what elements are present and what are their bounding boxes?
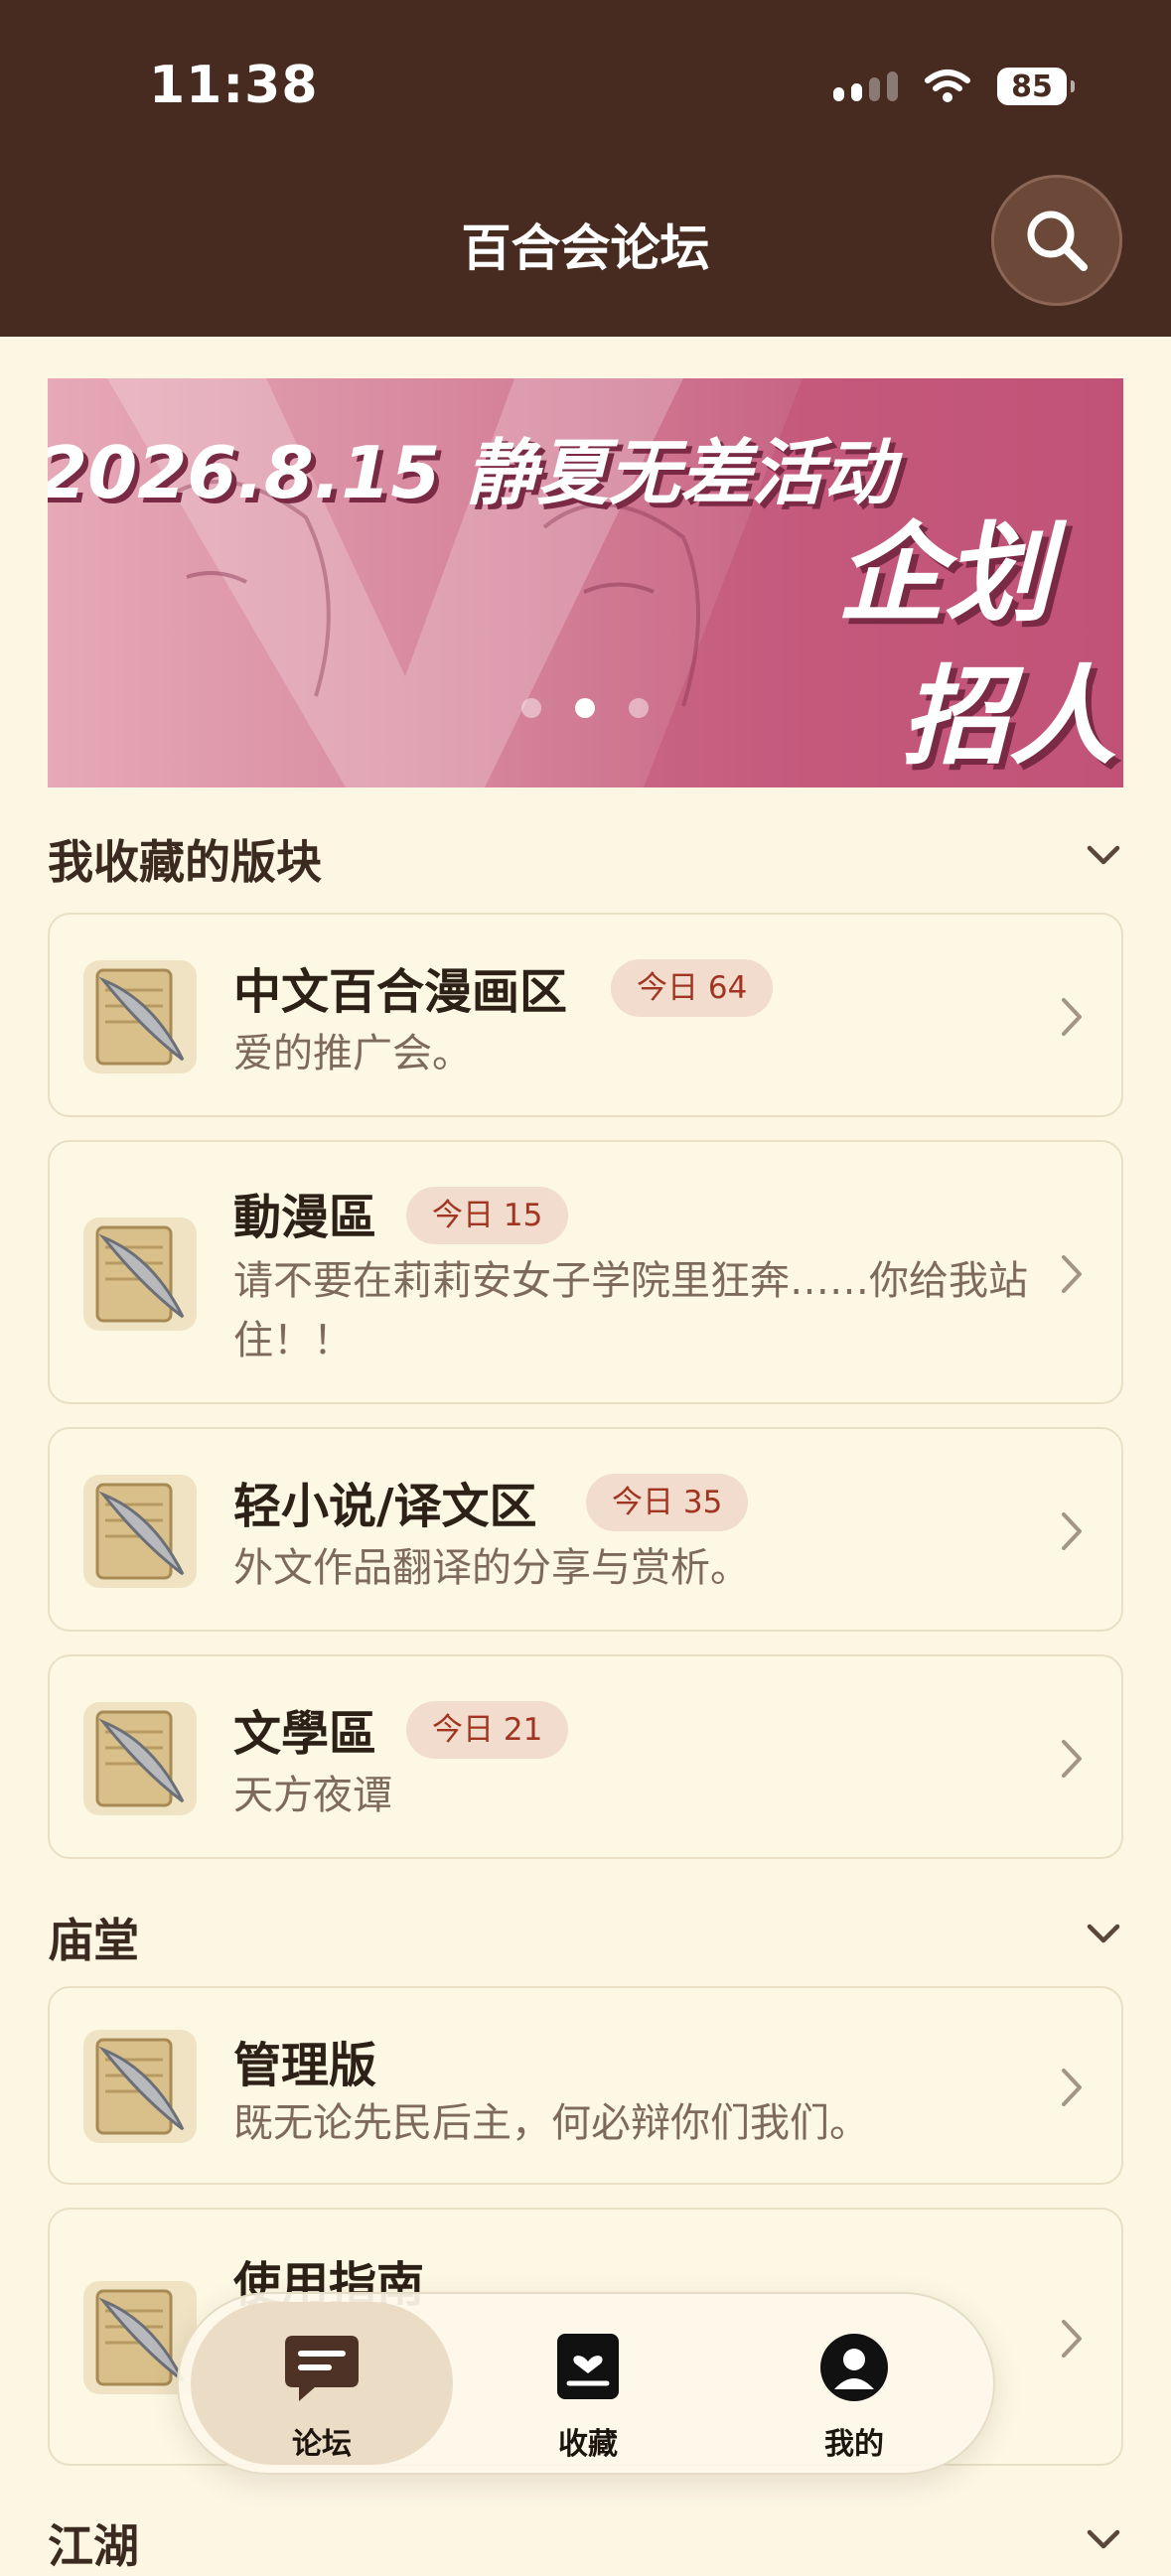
- search-icon: [1027, 211, 1088, 271]
- chevron-right-icon: [1062, 1512, 1082, 1550]
- carousel-dot-active: [575, 698, 595, 718]
- board-card[interactable]: 中文百合漫画区 今日 64 爱的推广会。: [48, 913, 1123, 1117]
- chevron-right-icon: [1062, 2069, 1082, 2106]
- board-name: 文學區: [233, 1706, 377, 1762]
- status-icons: 85: [833, 64, 1075, 109]
- board-description: 请不要在莉莉安女子学院里狂奔……你给我站住！！: [233, 1258, 1028, 1363]
- board-description: 既无论先民后主，何必辩你们我们。: [233, 2100, 869, 2146]
- search-button[interactable]: [991, 175, 1122, 306]
- user-icon: [820, 2334, 888, 2401]
- chat-bubble-icon: [285, 2336, 359, 2401]
- board-quill-icon: [83, 1702, 197, 1815]
- banner-word-1: 企划: [837, 512, 1053, 637]
- battery-icon: 85: [997, 68, 1075, 105]
- today-count-badge: 今日 15: [406, 1187, 569, 1244]
- board-quill-icon: [83, 960, 197, 1073]
- tab-favorites[interactable]: 收藏: [457, 2302, 719, 2465]
- board-quill-icon: [83, 1475, 197, 1588]
- section-title: 江湖: [48, 2519, 139, 2573]
- tab-label: 收藏: [558, 2427, 618, 2462]
- board-quill-icon: [83, 1217, 197, 1331]
- board-quill-icon: [83, 2030, 197, 2143]
- board-description: 爱的推广会。: [233, 1031, 472, 1076]
- carousel-dot: [521, 698, 541, 718]
- wifi-icon: [925, 70, 970, 102]
- tab-profile[interactable]: 我的: [723, 2302, 985, 2465]
- board-description: 天方夜谭: [233, 1773, 392, 1818]
- chevron-down-icon: [1087, 1924, 1120, 1943]
- today-count-badge: 今日 21: [406, 1701, 569, 1759]
- board-card[interactable]: 文學區 今日 21 天方夜谭: [48, 1654, 1123, 1859]
- cellular-signal-icon: [833, 72, 898, 101]
- section-title: 庙堂: [48, 1914, 139, 1967]
- bottom-tab-bar: 论坛 收藏 我的: [177, 2292, 995, 2475]
- chevron-right-icon: [1062, 1255, 1082, 1293]
- carousel-dot: [629, 698, 649, 718]
- board-name: 中文百合漫画区: [233, 964, 568, 1020]
- bookmark-heart-icon: [557, 2334, 619, 2399]
- board-description: 外文作品翻译的分享与赏析。: [233, 1545, 750, 1591]
- board-card[interactable]: 管理版 既无论先民后主，何必辩你们我们。: [48, 1986, 1123, 2185]
- chevron-right-icon: [1062, 2320, 1082, 2358]
- promo-banner[interactable]: 2026.8.15 静夏无差活动 企划 招人: [48, 378, 1123, 787]
- chevron-right-icon: [1062, 1740, 1082, 1778]
- today-count-badge: 今日 64: [611, 959, 774, 1017]
- tab-label: 论坛: [292, 2427, 352, 2462]
- tab-label: 我的: [824, 2427, 884, 2462]
- status-time: 11:38: [149, 56, 319, 115]
- chevron-down-icon: [1087, 2529, 1120, 2549]
- tab-forum[interactable]: 论坛: [191, 2302, 453, 2465]
- top-bar: 11:38 85 百合会论坛: [0, 0, 1171, 337]
- section-header-temple[interactable]: 庙堂: [48, 1905, 1123, 1967]
- banner-word-2: 招人: [902, 655, 1117, 780]
- carousel-indicator: [521, 698, 649, 718]
- section-header-favorites[interactable]: 我收藏的版块: [48, 826, 1123, 889]
- board-card[interactable]: 動漫區 今日 15 请不要在莉莉安女子学院里狂奔……你给我站住！！: [48, 1140, 1123, 1404]
- board-name: 管理版: [233, 2038, 377, 2093]
- section-header-jianghu[interactable]: 江湖: [48, 2510, 1123, 2573]
- today-count-badge: 今日 35: [586, 1474, 749, 1531]
- chevron-down-icon: [1087, 845, 1120, 865]
- section-title: 我收藏的版块: [48, 835, 322, 889]
- banner-headline: 2026.8.15 静夏无差活动: [48, 431, 895, 514]
- board-name: 轻小说/译文区: [233, 1479, 537, 1534]
- board-card[interactable]: 轻小说/译文区 今日 35 外文作品翻译的分享与赏析。: [48, 1427, 1123, 1632]
- chevron-right-icon: [1062, 998, 1082, 1036]
- board-name: 動漫區: [233, 1190, 377, 1245]
